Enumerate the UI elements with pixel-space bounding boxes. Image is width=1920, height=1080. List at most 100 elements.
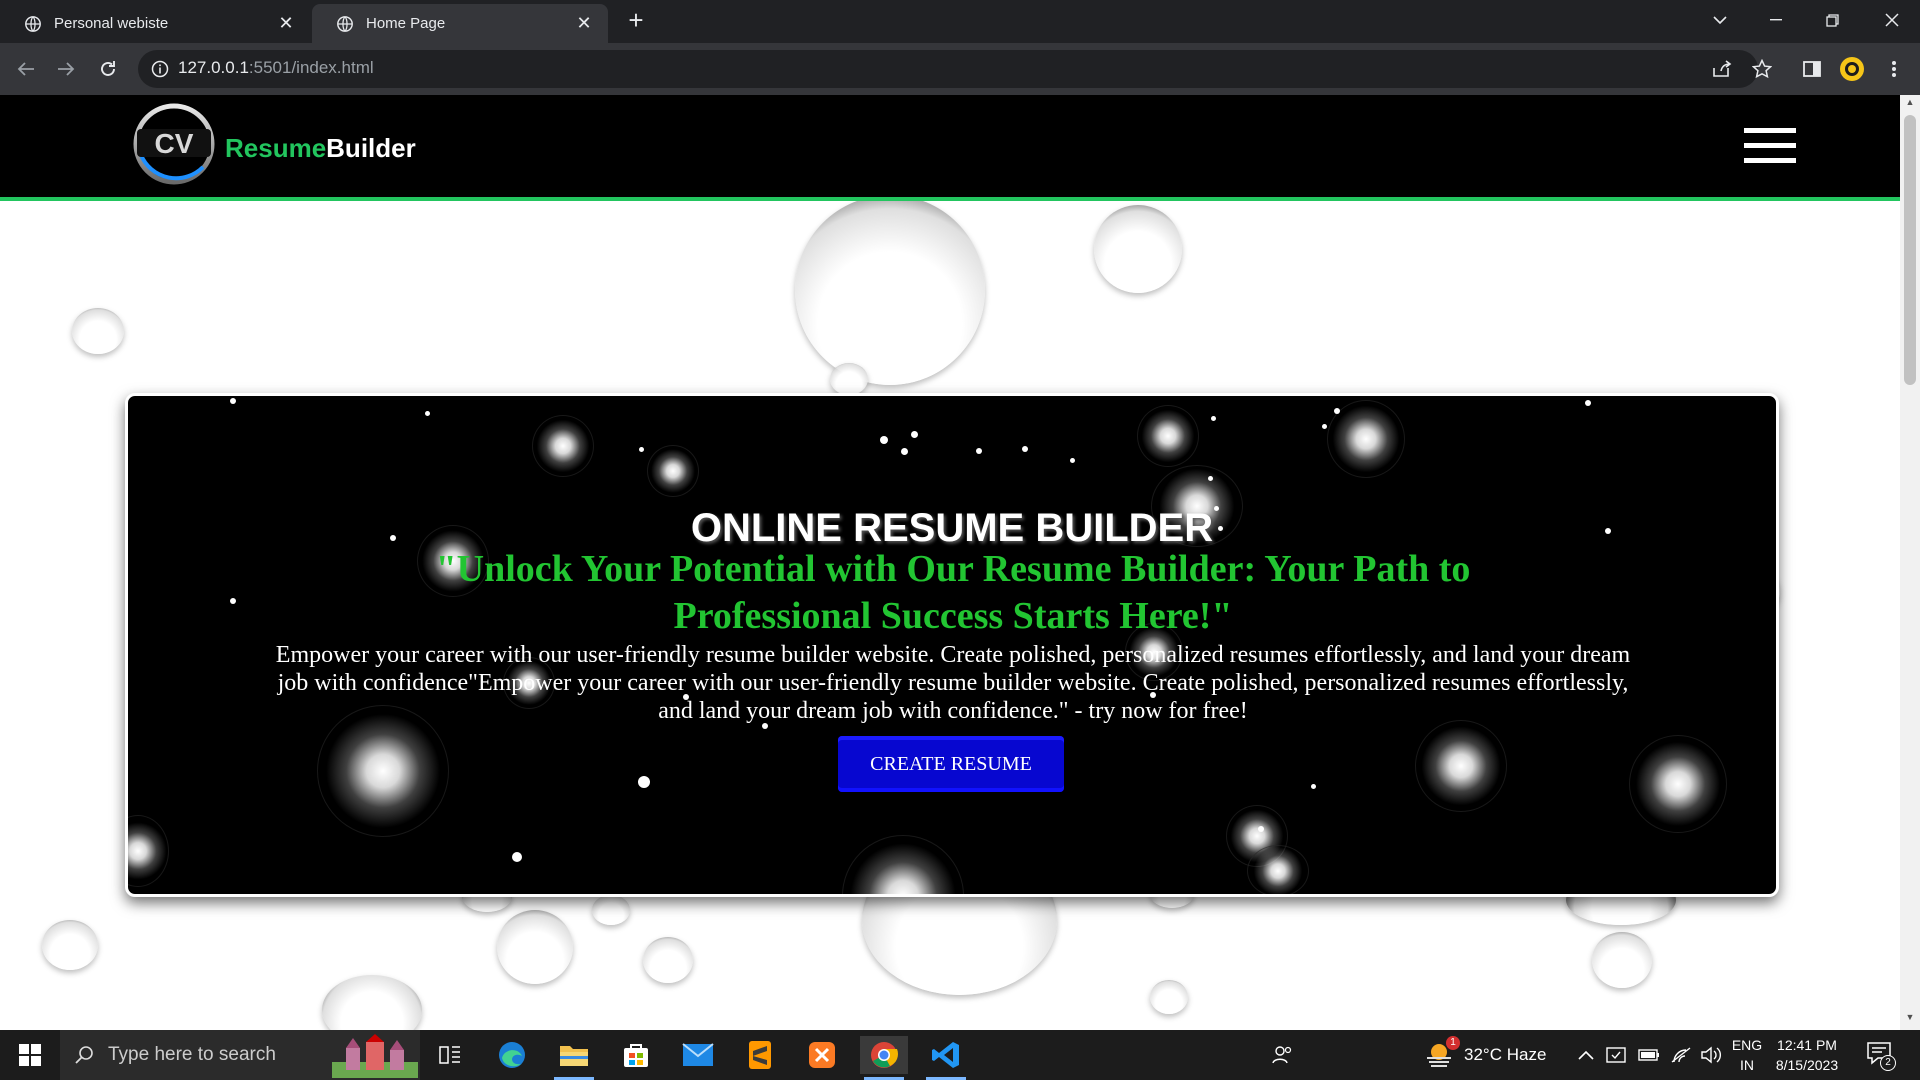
window-close-button[interactable]: [1864, 0, 1920, 40]
brand-part-builder: Builder: [326, 133, 416, 163]
hero-title: ONLINE RESUME BUILDER: [690, 506, 1214, 550]
bubble-decoration: [1592, 932, 1652, 988]
folder-icon: [560, 1046, 588, 1066]
notification-count: 2: [1880, 1055, 1896, 1071]
url-host: 127.0.0.1: [178, 58, 249, 77]
bubble-decoration: [592, 895, 630, 925]
volume-tray[interactable]: [1700, 1030, 1722, 1080]
hero-description: Empower your career with our user-friend…: [275, 642, 1631, 724]
taskbar-search-input[interactable]: Type here to search: [60, 1030, 420, 1080]
clock-time: 12:41 PM: [1777, 1037, 1837, 1053]
show-hidden-icons-button[interactable]: [1578, 1030, 1594, 1080]
page-scrollbar[interactable]: ▲ ▼: [1900, 95, 1920, 1030]
lang-code: ENG: [1731, 1037, 1763, 1053]
scroll-down-arrow[interactable]: ▼: [1900, 1012, 1920, 1028]
address-bar[interactable]: 127.0.0.1:5501/index.html: [138, 50, 1758, 88]
security-icon: [1606, 1047, 1626, 1063]
avatar-icon: [1840, 57, 1864, 81]
hero-card: ONLINE RESUME BUILDER "Unlock Your Poten…: [125, 393, 1779, 897]
task-view-button[interactable]: [426, 1036, 474, 1074]
star-icon: [1752, 59, 1772, 79]
chevron-down-icon: [1713, 16, 1727, 25]
tab-label: Home Page: [366, 15, 446, 32]
vscode-icon: [932, 1042, 959, 1068]
scrollbar-thumb[interactable]: [1904, 115, 1916, 385]
hero-tagline: "Unlock Your Potential with Our Resume B…: [435, 548, 1471, 637]
taskbar-store[interactable]: [612, 1036, 660, 1074]
scroll-up-arrow[interactable]: ▲: [1900, 97, 1920, 113]
bubble-decoration: [643, 937, 693, 983]
url-text: 127.0.0.1:5501/index.html: [178, 58, 374, 78]
taskbar-file-explorer[interactable]: [550, 1036, 598, 1080]
start-button[interactable]: [0, 1030, 60, 1080]
svg-text:CV: CV: [155, 128, 194, 159]
windows-taskbar: Type here to search 1 32°C Haze ENG IN 1…: [0, 1030, 1920, 1080]
side-panel-button[interactable]: [1796, 53, 1828, 85]
url-path: :5501/index.html: [248, 58, 374, 77]
weather-widget[interactable]: 1 32°C Haze: [1424, 1030, 1546, 1080]
reload-button[interactable]: [92, 53, 124, 85]
network-tray[interactable]: [1670, 1030, 1692, 1080]
hamburger-menu-icon[interactable]: [1744, 128, 1796, 164]
chrome-icon: [871, 1042, 898, 1068]
bubble-decoration: [1094, 205, 1182, 293]
tab-personal-website[interactable]: Personal webiste ✕: [0, 4, 310, 43]
close-icon[interactable]: ✕: [274, 13, 298, 34]
back-button[interactable]: [10, 53, 42, 85]
edge-icon: [499, 1042, 525, 1068]
weather-haze-icon: 1: [1424, 1036, 1460, 1070]
mail-icon: [682, 1043, 714, 1066]
info-icon[interactable]: [150, 59, 170, 79]
share-button[interactable]: [1706, 53, 1738, 85]
hero-content: ONLINE RESUME BUILDER "Unlock Your Poten…: [128, 396, 1776, 894]
task-view-icon: [439, 1046, 460, 1064]
windows-logo-icon: [19, 1044, 41, 1066]
bubble-decoration: [42, 920, 98, 970]
tab-search-button[interactable]: [1692, 0, 1748, 40]
action-center-button[interactable]: 2: [1866, 1030, 1896, 1080]
taskbar-sublime-text[interactable]: [736, 1036, 784, 1074]
new-tab-button[interactable]: +: [622, 6, 650, 34]
battery-tray[interactable]: [1638, 1030, 1660, 1080]
tab-home-page[interactable]: Home Page ✕: [312, 4, 608, 43]
bubble-decoration: [795, 195, 985, 385]
people-icon: [1272, 1046, 1292, 1064]
clock-date: 8/15/2023: [1775, 1057, 1839, 1073]
restore-button[interactable]: [1804, 0, 1860, 40]
menu-button[interactable]: [1878, 53, 1910, 85]
reload-icon: [101, 61, 115, 76]
bookmark-button[interactable]: [1746, 53, 1778, 85]
taskbar-xampp[interactable]: [798, 1036, 846, 1074]
arrow-left-icon: [17, 62, 34, 76]
cv-logo[interactable]: CV: [133, 103, 215, 185]
tab-strip: Personal webiste ✕ Home Page ✕ +: [0, 0, 1920, 43]
minimize-button[interactable]: [1748, 0, 1804, 40]
close-icon[interactable]: ✕: [572, 13, 596, 34]
region-code: IN: [1740, 1057, 1754, 1073]
taskbar-edge[interactable]: [488, 1036, 536, 1074]
tab-label: Personal webiste: [54, 15, 169, 32]
create-resume-button[interactable]: CREATE RESUME: [838, 736, 1064, 792]
chevron-up-icon: [1578, 1050, 1594, 1060]
globe-icon: [337, 15, 353, 32]
bubble-decoration: [322, 975, 422, 1030]
defender-tray[interactable]: [1606, 1030, 1628, 1080]
store-icon: [624, 1044, 648, 1067]
wifi-icon: [1671, 1047, 1691, 1063]
clock[interactable]: 12:41 PM 8/15/2023: [1762, 1035, 1852, 1075]
taskbar-mail[interactable]: [674, 1036, 722, 1074]
people-button[interactable]: [1272, 1030, 1294, 1080]
bubble-decoration: [497, 910, 573, 984]
globe-icon: [25, 15, 41, 32]
weather-text: 32°C Haze: [1464, 1045, 1547, 1064]
forward-button[interactable]: [50, 53, 82, 85]
castle-illustration-icon: [332, 1034, 418, 1078]
bubble-decoration: [72, 308, 124, 354]
taskbar-chrome[interactable]: [860, 1036, 908, 1080]
brand-name[interactable]: ResumeBuilder: [225, 133, 416, 164]
sublime-text-icon: [749, 1041, 771, 1069]
restore-icon: [1825, 13, 1839, 27]
profile-button[interactable]: [1836, 53, 1868, 85]
taskbar-vscode[interactable]: [922, 1036, 970, 1080]
language-indicator[interactable]: ENG IN: [1730, 1035, 1764, 1075]
